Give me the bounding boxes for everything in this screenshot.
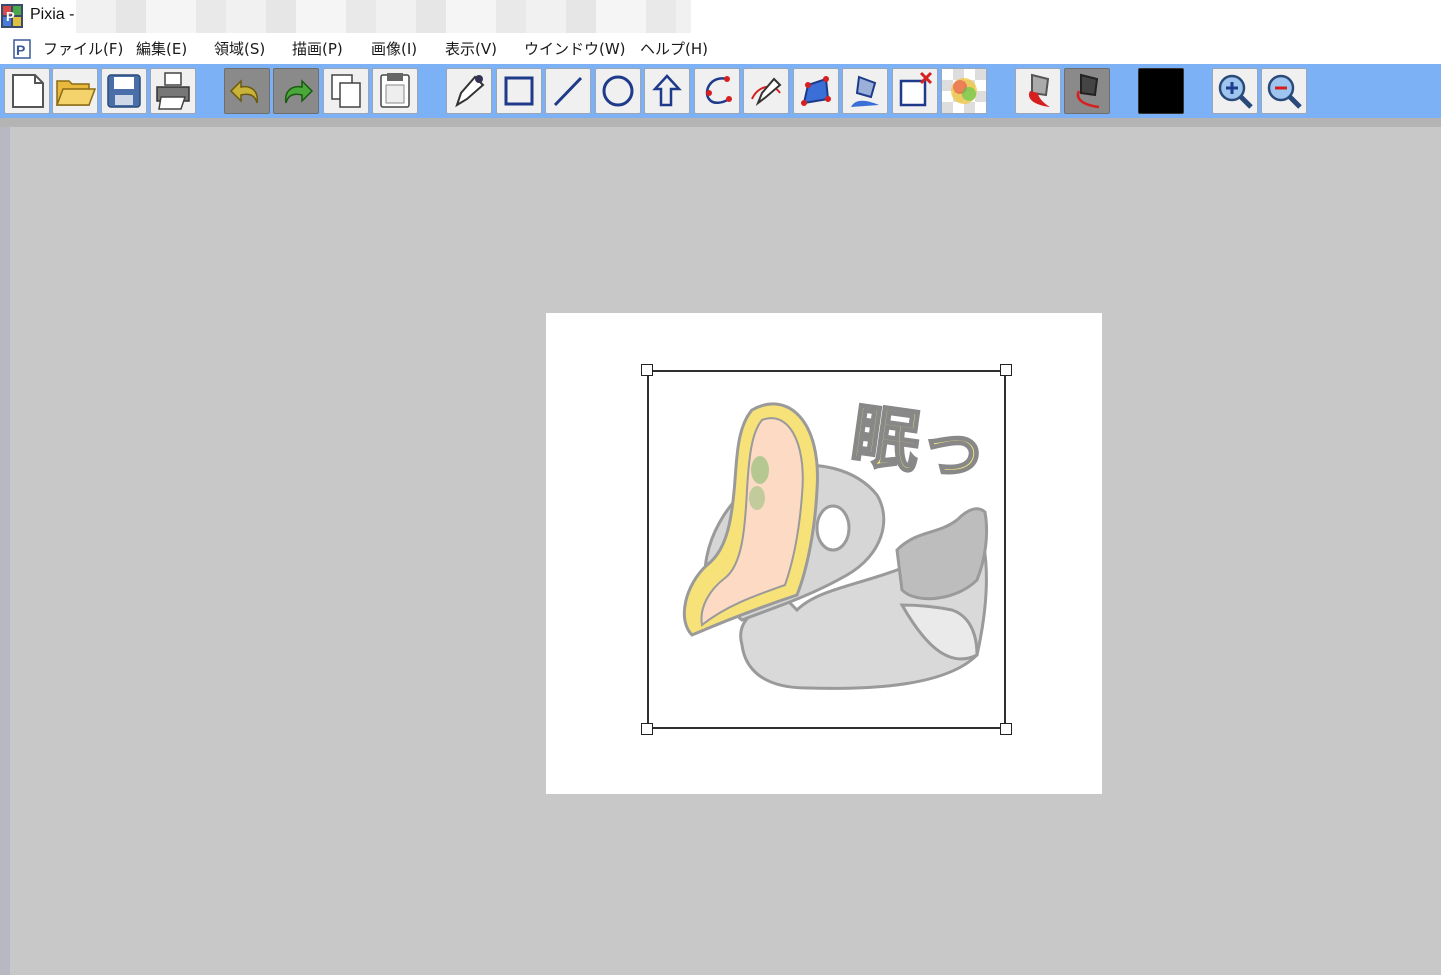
undo-button[interactable]	[224, 68, 270, 114]
polygon-select-button[interactable]	[793, 68, 839, 114]
rectangle-icon	[504, 76, 534, 106]
window-title: Pixia -	[30, 6, 75, 23]
save-icon	[107, 74, 141, 108]
line-icon	[553, 76, 583, 107]
toolbar-shadow	[0, 118, 1441, 127]
title-redacted-area	[76, 0, 691, 33]
open-button[interactable]	[52, 68, 98, 114]
zoom-out-button[interactable]	[1261, 68, 1307, 114]
pen-icon	[455, 75, 485, 108]
menu-selection[interactable]: 領域(S)	[214, 38, 265, 59]
menu-window[interactable]: ウインドウ(W)	[524, 38, 626, 59]
title-bar: P Pixia -	[0, 0, 1441, 33]
menu-image[interactable]: 画像(I)	[371, 38, 417, 59]
menu-file[interactable]: ファイル(F)	[43, 38, 123, 59]
circle-icon	[602, 75, 634, 107]
lasso-select-button[interactable]	[644, 68, 690, 114]
bucket-dark-icon	[1076, 73, 1100, 109]
toolbar	[0, 64, 1441, 118]
lasso-icon	[652, 74, 682, 107]
pixia-app-icon[interactable]: P	[1, 4, 23, 28]
curve-select-icon	[705, 76, 732, 104]
menu-draw[interactable]: 描画(P)	[292, 38, 343, 59]
polygon-select-icon	[801, 76, 831, 106]
pen-select-icon	[751, 77, 782, 106]
color-swatch-icon	[1139, 69, 1183, 113]
circle-tool-button[interactable]	[595, 68, 641, 114]
new-file-button[interactable]	[4, 68, 50, 114]
copy-button[interactable]	[323, 68, 369, 114]
selection-handle-top-right[interactable]	[1000, 364, 1012, 376]
menu-view[interactable]: 表示(V)	[445, 38, 497, 59]
svg-text:P: P	[6, 9, 15, 24]
zoom-out-icon	[1267, 74, 1302, 109]
redo-button[interactable]	[273, 68, 319, 114]
paste-icon	[380, 73, 410, 108]
copy-icon	[331, 74, 361, 108]
selection-handle-top-left[interactable]	[641, 364, 653, 376]
bucket-dark-button[interactable]	[1064, 68, 1110, 114]
clear-selection-button[interactable]	[892, 68, 938, 114]
selection-handle-bottom-left[interactable]	[641, 723, 653, 735]
transparency-button[interactable]	[941, 68, 987, 114]
new-file-icon	[12, 74, 44, 108]
curve-select-button[interactable]	[694, 68, 740, 114]
selection-handle-bottom-right[interactable]	[1000, 723, 1012, 735]
zoom-in-button[interactable]	[1212, 68, 1258, 114]
menu-edit[interactable]: 編集(E)	[136, 38, 187, 59]
menu-bar: P ファイル(F) 編集(E) 領域(S) 描画(P) 画像(I) 表示(V) …	[0, 33, 1441, 64]
transparency-icon	[942, 69, 986, 113]
save-button[interactable]	[101, 68, 147, 114]
redo-icon	[284, 79, 314, 104]
current-color-swatch[interactable]	[1138, 68, 1184, 114]
undo-icon	[229, 79, 259, 104]
bucket-red-icon	[1028, 73, 1050, 107]
print-icon	[156, 72, 190, 110]
pen-select-button[interactable]	[743, 68, 789, 114]
svg-text:P: P	[16, 42, 25, 58]
pen-tool-button[interactable]	[446, 68, 492, 114]
selection-rectangle[interactable]	[647, 370, 1006, 729]
paste-button[interactable]	[372, 68, 418, 114]
left-edge-strip	[0, 127, 10, 975]
menu-help[interactable]: ヘルプ(H)	[640, 38, 708, 59]
rectangle-tool-button[interactable]	[496, 68, 542, 114]
fill-bucket-button[interactable]	[842, 68, 888, 114]
line-tool-button[interactable]	[545, 68, 591, 114]
zoom-in-icon	[1218, 74, 1253, 109]
clear-selection-icon	[899, 71, 933, 107]
bucket-red-button[interactable]	[1015, 68, 1061, 114]
fill-bucket-icon	[851, 75, 879, 107]
print-button[interactable]	[150, 68, 196, 114]
open-folder-icon	[55, 80, 97, 106]
document-menu-icon[interactable]: P	[10, 38, 34, 60]
